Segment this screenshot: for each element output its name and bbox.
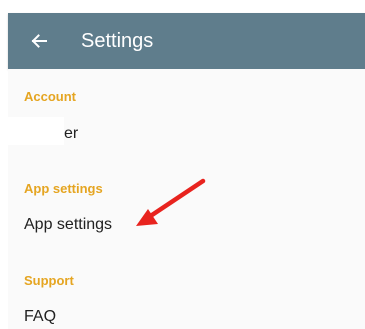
section-header-account: Account bbox=[24, 89, 76, 104]
page-title: Settings bbox=[81, 30, 154, 52]
app-settings-label: App settings bbox=[24, 216, 113, 233]
arrow-left-icon bbox=[31, 34, 47, 48]
app-bar: Settings bbox=[8, 13, 365, 69]
app-settings-item[interactable]: App settings bbox=[8, 204, 365, 244]
account-item[interactable]: / Olivier bbox=[8, 113, 365, 153]
section-header-support: Support bbox=[24, 273, 74, 288]
faq-item[interactable]: FAQ bbox=[8, 296, 365, 329]
faq-label: FAQ bbox=[24, 308, 57, 325]
back-button[interactable] bbox=[24, 26, 54, 56]
settings-screen: Settings Account / Olivier App settings … bbox=[0, 0, 365, 329]
section-header-app-settings: App settings bbox=[24, 181, 103, 196]
settings-list: Account / Olivier App settings App setti… bbox=[8, 69, 365, 329]
redaction-box bbox=[8, 117, 64, 145]
